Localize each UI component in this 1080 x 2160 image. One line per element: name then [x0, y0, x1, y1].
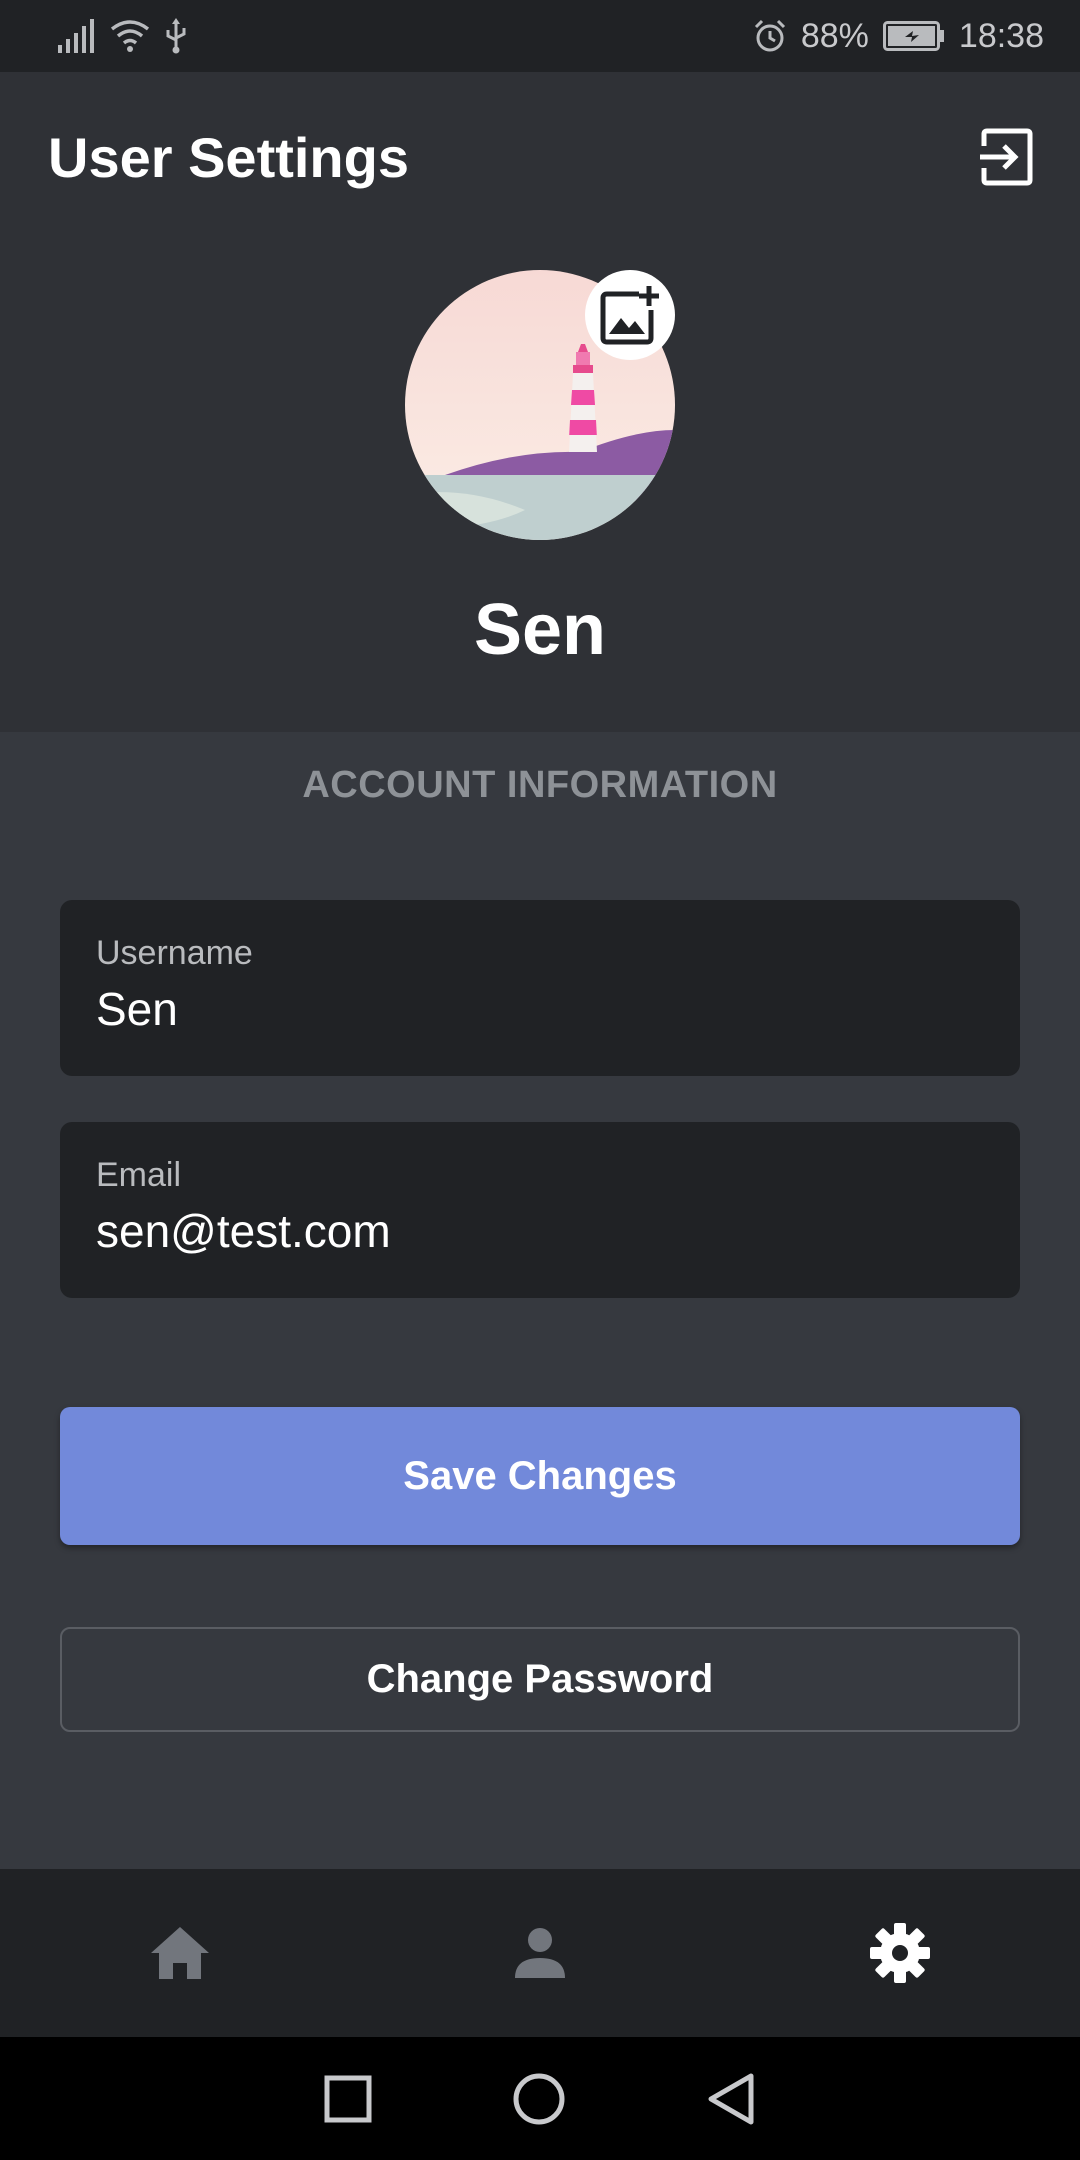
usb-icon	[164, 18, 188, 54]
display-name: Sen	[473, 590, 607, 670]
username-input[interactable]: Sen	[96, 986, 984, 1032]
logout-icon	[980, 128, 1033, 186]
email-input[interactable]: sen@test.com	[96, 1208, 984, 1254]
tab-home[interactable]	[0, 1869, 360, 2037]
section-heading: ACCOUNT INFORMATION	[302, 764, 778, 806]
avatar-container	[405, 270, 675, 540]
username-field[interactable]: Username Sen	[60, 900, 1020, 1076]
battery-icon	[882, 21, 945, 51]
recents-button[interactable]	[324, 2075, 372, 2123]
change-avatar-button[interactable]	[585, 270, 675, 360]
alarm-icon	[753, 19, 787, 53]
change-password-button[interactable]: Change Password	[60, 1627, 1020, 1732]
home-icon	[151, 1927, 209, 1979]
gear-icon	[870, 1923, 930, 1983]
back-button[interactable]	[706, 2072, 756, 2126]
add-photo-icon	[600, 286, 659, 345]
circle-icon	[513, 2073, 565, 2124]
back-triangle-icon	[708, 2073, 754, 2124]
email-field[interactable]: Email sen@test.com	[60, 1122, 1020, 1298]
person-icon	[515, 1928, 565, 1978]
tab-settings[interactable]	[720, 1869, 1080, 2037]
clock: 18:38	[958, 16, 1044, 55]
system-nav-bar	[0, 2037, 1080, 2160]
battery-percent: 88%	[800, 16, 869, 55]
profile-header: User Settings Sen	[0, 72, 1080, 732]
email-label: Email	[96, 1156, 182, 1194]
status-bar-right: 88% 18:38	[753, 17, 1044, 56]
wifi-icon	[110, 19, 150, 53]
page-title: User Settings	[48, 126, 409, 189]
save-changes-button[interactable]: Save Changes	[60, 1407, 1020, 1545]
status-bar-left	[58, 18, 188, 54]
status-bar: 88% 18:38	[0, 0, 1080, 72]
square-icon	[324, 2075, 372, 2122]
home-nav-button[interactable]	[512, 2072, 566, 2126]
username-label: Username	[96, 934, 253, 972]
bottom-tab-bar	[0, 1869, 1080, 2037]
signal-icon	[58, 19, 96, 53]
logout-button[interactable]	[976, 126, 1038, 188]
tab-profile[interactable]	[360, 1869, 720, 2037]
